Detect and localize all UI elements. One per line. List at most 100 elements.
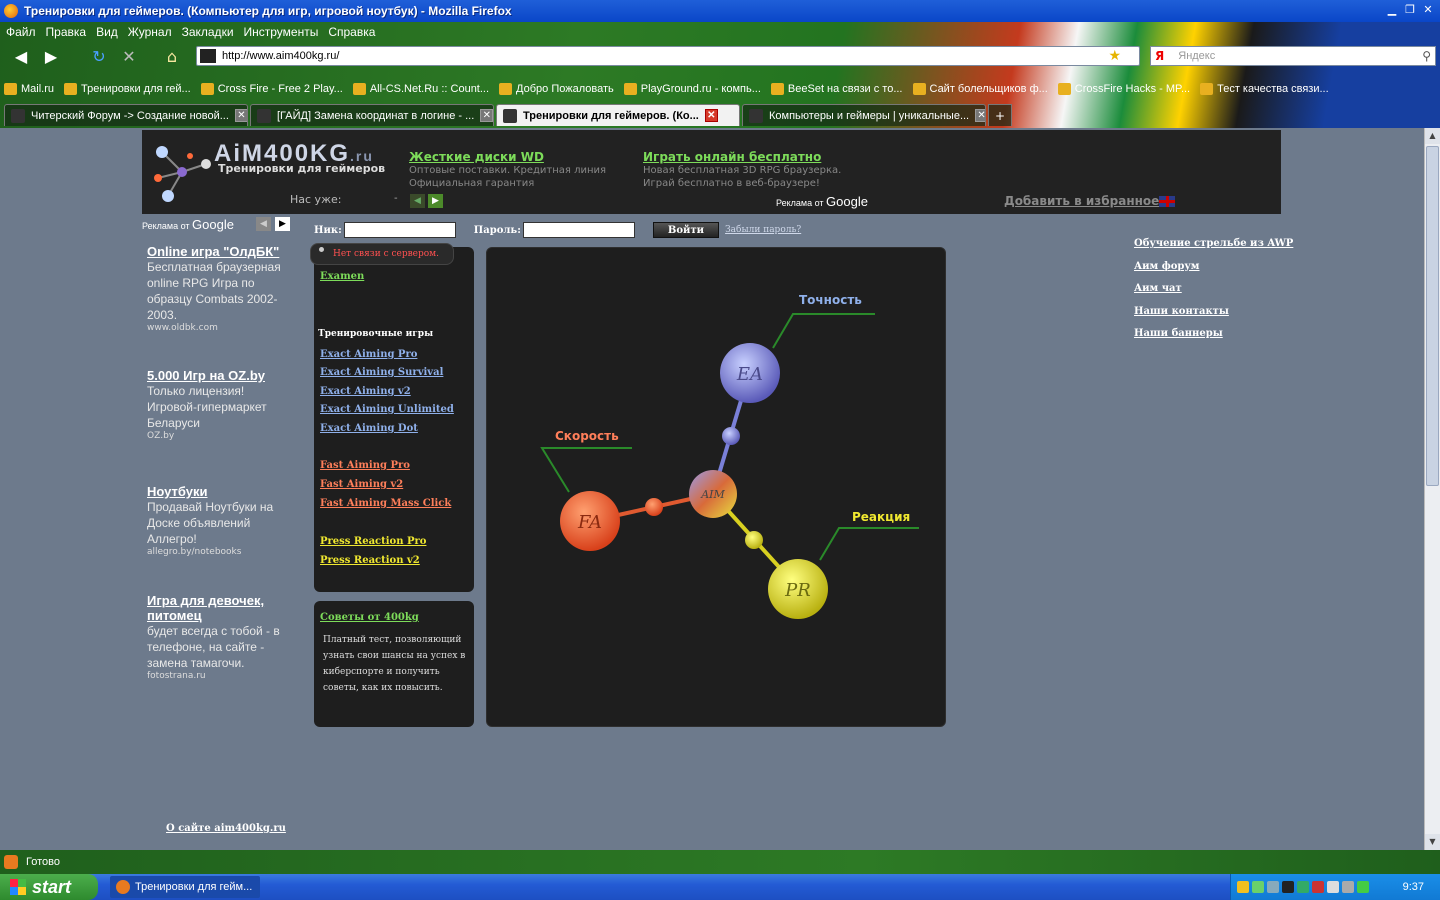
nav-link-forum[interactable]: Аим форум [1134,261,1293,284]
tab-close-icon[interactable]: ✕ [480,109,493,122]
tab[interactable]: Компьютеры и геймеры | уникальные... ✕ [742,104,986,126]
tab[interactable]: [ГАЙД] Замена координат в логине - ... ✕ [250,104,494,126]
menu-view[interactable]: Вид [96,25,118,39]
game-link[interactable]: Fast Aiming v2 [320,479,403,490]
prev-arrow-icon[interactable]: ◀ [410,194,425,208]
left-ad-title[interactable]: 5.000 Игр на OZ.by [147,368,297,383]
bookmark-star-icon[interactable]: ★ [1108,48,1121,64]
bookmark-item[interactable]: Тест качества связи... [1200,83,1329,95]
menu-tools[interactable]: Инструменты [244,25,319,39]
tray-icon[interactable] [1357,881,1369,893]
stop-icon[interactable]: ✕ [118,46,140,68]
left-ad-title[interactable]: Игра для девочек, питомец [147,593,297,623]
start-button[interactable]: start [0,874,98,900]
left-ad-url[interactable]: OZ.by [147,431,297,441]
left-ad-url[interactable]: fotostrana.ru [147,671,297,681]
nav-link-chat[interactable]: Аим чат [1134,283,1293,306]
bookmark-item[interactable]: Добро Пожаловать [499,83,614,95]
nick-input[interactable] [343,222,456,238]
address-bar[interactable]: http://www.aim400kg.ru/ ★ [196,46,1140,66]
game-link[interactable]: Exact Aiming Survival [320,367,443,378]
examen-link[interactable]: Examen [320,271,364,282]
next-arrow-icon[interactable]: ▶ [428,194,443,208]
shield-icon[interactable] [1237,881,1249,893]
scroll-down-icon[interactable]: ▼ [1425,834,1440,850]
back-icon[interactable]: ◀ [6,46,36,68]
scroll-up-icon[interactable]: ▲ [1425,128,1440,144]
new-tab-button[interactable]: + [988,104,1012,126]
about-site-link[interactable]: О сайте aim400kg.ru [166,823,286,834]
bookmark-item[interactable]: Mail.ru [4,83,54,95]
tray-icon[interactable] [1297,881,1309,893]
game-link[interactable]: Exact Aiming Pro [320,349,417,360]
pr-node[interactable]: PR [768,559,828,619]
tips-title-link[interactable]: Советы от 400kg [320,612,419,623]
bookmark-item[interactable]: Cross Fire - Free 2 Play... [200,83,343,95]
tab-active[interactable]: Тренировки для геймеров. (Ко... ✕ [496,104,740,126]
restore-icon[interactable]: ❐ [1402,3,1418,17]
left-ad-url[interactable]: allegro.by/notebooks [147,547,297,557]
site-logo[interactable]: AiM400KG.ru Тренировки для геймеров [148,138,408,208]
vertical-scrollbar[interactable]: ▲ ▼ [1424,128,1440,850]
bookmark-item[interactable]: CrossFire Hacks - MP... [1057,83,1190,95]
search-placeholder[interactable]: Яндекс [1178,50,1422,62]
left-ad-title[interactable]: Ноутбуки [147,484,297,499]
nav-link-contacts[interactable]: Наши контакты [1134,306,1293,329]
game-link[interactable]: Exact Aiming v2 [320,386,411,397]
tray-icon[interactable] [1312,881,1324,893]
nav-link-banners[interactable]: Наши баннеры [1134,328,1293,351]
tab-close-icon[interactable]: ✕ [234,109,247,122]
home-icon[interactable]: ⌂ [160,46,184,68]
volume-icon[interactable] [1327,881,1339,893]
tray-icon[interactable] [1267,881,1279,893]
uk-flag-icon[interactable] [1159,196,1175,207]
bookmark-item[interactable]: Сайт болельщиков ф... [912,83,1048,95]
ea-node[interactable]: EA [720,343,780,403]
tab-close-icon[interactable]: ✕ [704,109,718,122]
menu-bookmarks[interactable]: Закладки [182,25,234,39]
menu-history[interactable]: Журнал [128,25,172,39]
bookmark-item[interactable]: BeeSet на связи с то... [770,83,903,95]
menu-help[interactable]: Справка [328,25,375,39]
tab[interactable]: Читерский Форум -> Создание новой... ✕ [4,104,248,126]
next-arrow-icon[interactable]: ▶ [274,217,290,231]
nav-link-awp[interactable]: Обучение стрельбе из AWP [1134,238,1293,261]
game-link[interactable]: Press Reaction v2 [320,555,420,566]
left-ad-title[interactable]: Online игра "ОлдБК" [147,244,297,259]
taskbar-firefox-button[interactable]: Тренировки для гейм... [110,876,260,898]
prev-arrow-icon[interactable]: ◀ [255,217,271,231]
scroll-thumb[interactable] [1426,146,1439,486]
bookmark-item[interactable]: All-CS.Net.Ru :: Count... [352,83,489,95]
header-ad-title[interactable]: Жесткие диски WD [409,150,629,164]
ads-by-google[interactable]: Реклама от Google [142,217,234,232]
fa-node[interactable]: FA [560,491,620,551]
forward-icon[interactable]: ▶ [38,46,64,68]
minimize-icon[interactable]: ▁ [1384,3,1400,17]
bookmark-item[interactable]: Тренировки для гей... [64,83,191,95]
printer-icon[interactable] [1342,881,1354,893]
close-icon[interactable]: ✕ [1420,3,1436,17]
password-input[interactable] [522,222,635,238]
menu-edit[interactable]: Правка [46,25,87,39]
game-link[interactable]: Exact Aiming Dot [320,423,418,434]
forgot-password-link[interactable]: Забыли пароль? [725,225,801,235]
ads-by-google[interactable]: Реклама от Google [776,194,868,209]
bookmark-item[interactable]: PlayGround.ru - компь... [623,83,761,95]
network-icon[interactable] [1252,881,1264,893]
game-link[interactable]: Press Reaction Pro [320,536,426,547]
tab-close-icon[interactable]: ✕ [975,109,985,122]
add-to-favorites-link[interactable]: Добавить в избранное [1004,194,1159,208]
game-link[interactable]: Fast Aiming Mass Click [320,498,451,509]
tray-icon[interactable] [1282,881,1294,893]
search-bar[interactable]: Я Яндекс ⚲ [1150,46,1436,66]
left-ad-url[interactable]: www.oldbk.com [147,323,297,333]
aim-node[interactable]: AIM [689,470,737,518]
header-ad-title[interactable]: Играть онлайн бесплатно [643,150,867,164]
address-url[interactable]: http://www.aim400kg.ru/ [222,50,1108,62]
game-link[interactable]: Fast Aiming Pro [320,460,410,471]
reload-icon[interactable]: ↻ [88,46,110,68]
game-link[interactable]: Exact Aiming Unlimited [320,404,454,415]
login-button[interactable]: Войти [652,222,720,238]
search-icon[interactable]: ⚲ [1422,49,1431,63]
menu-file[interactable]: Файл [6,25,36,39]
